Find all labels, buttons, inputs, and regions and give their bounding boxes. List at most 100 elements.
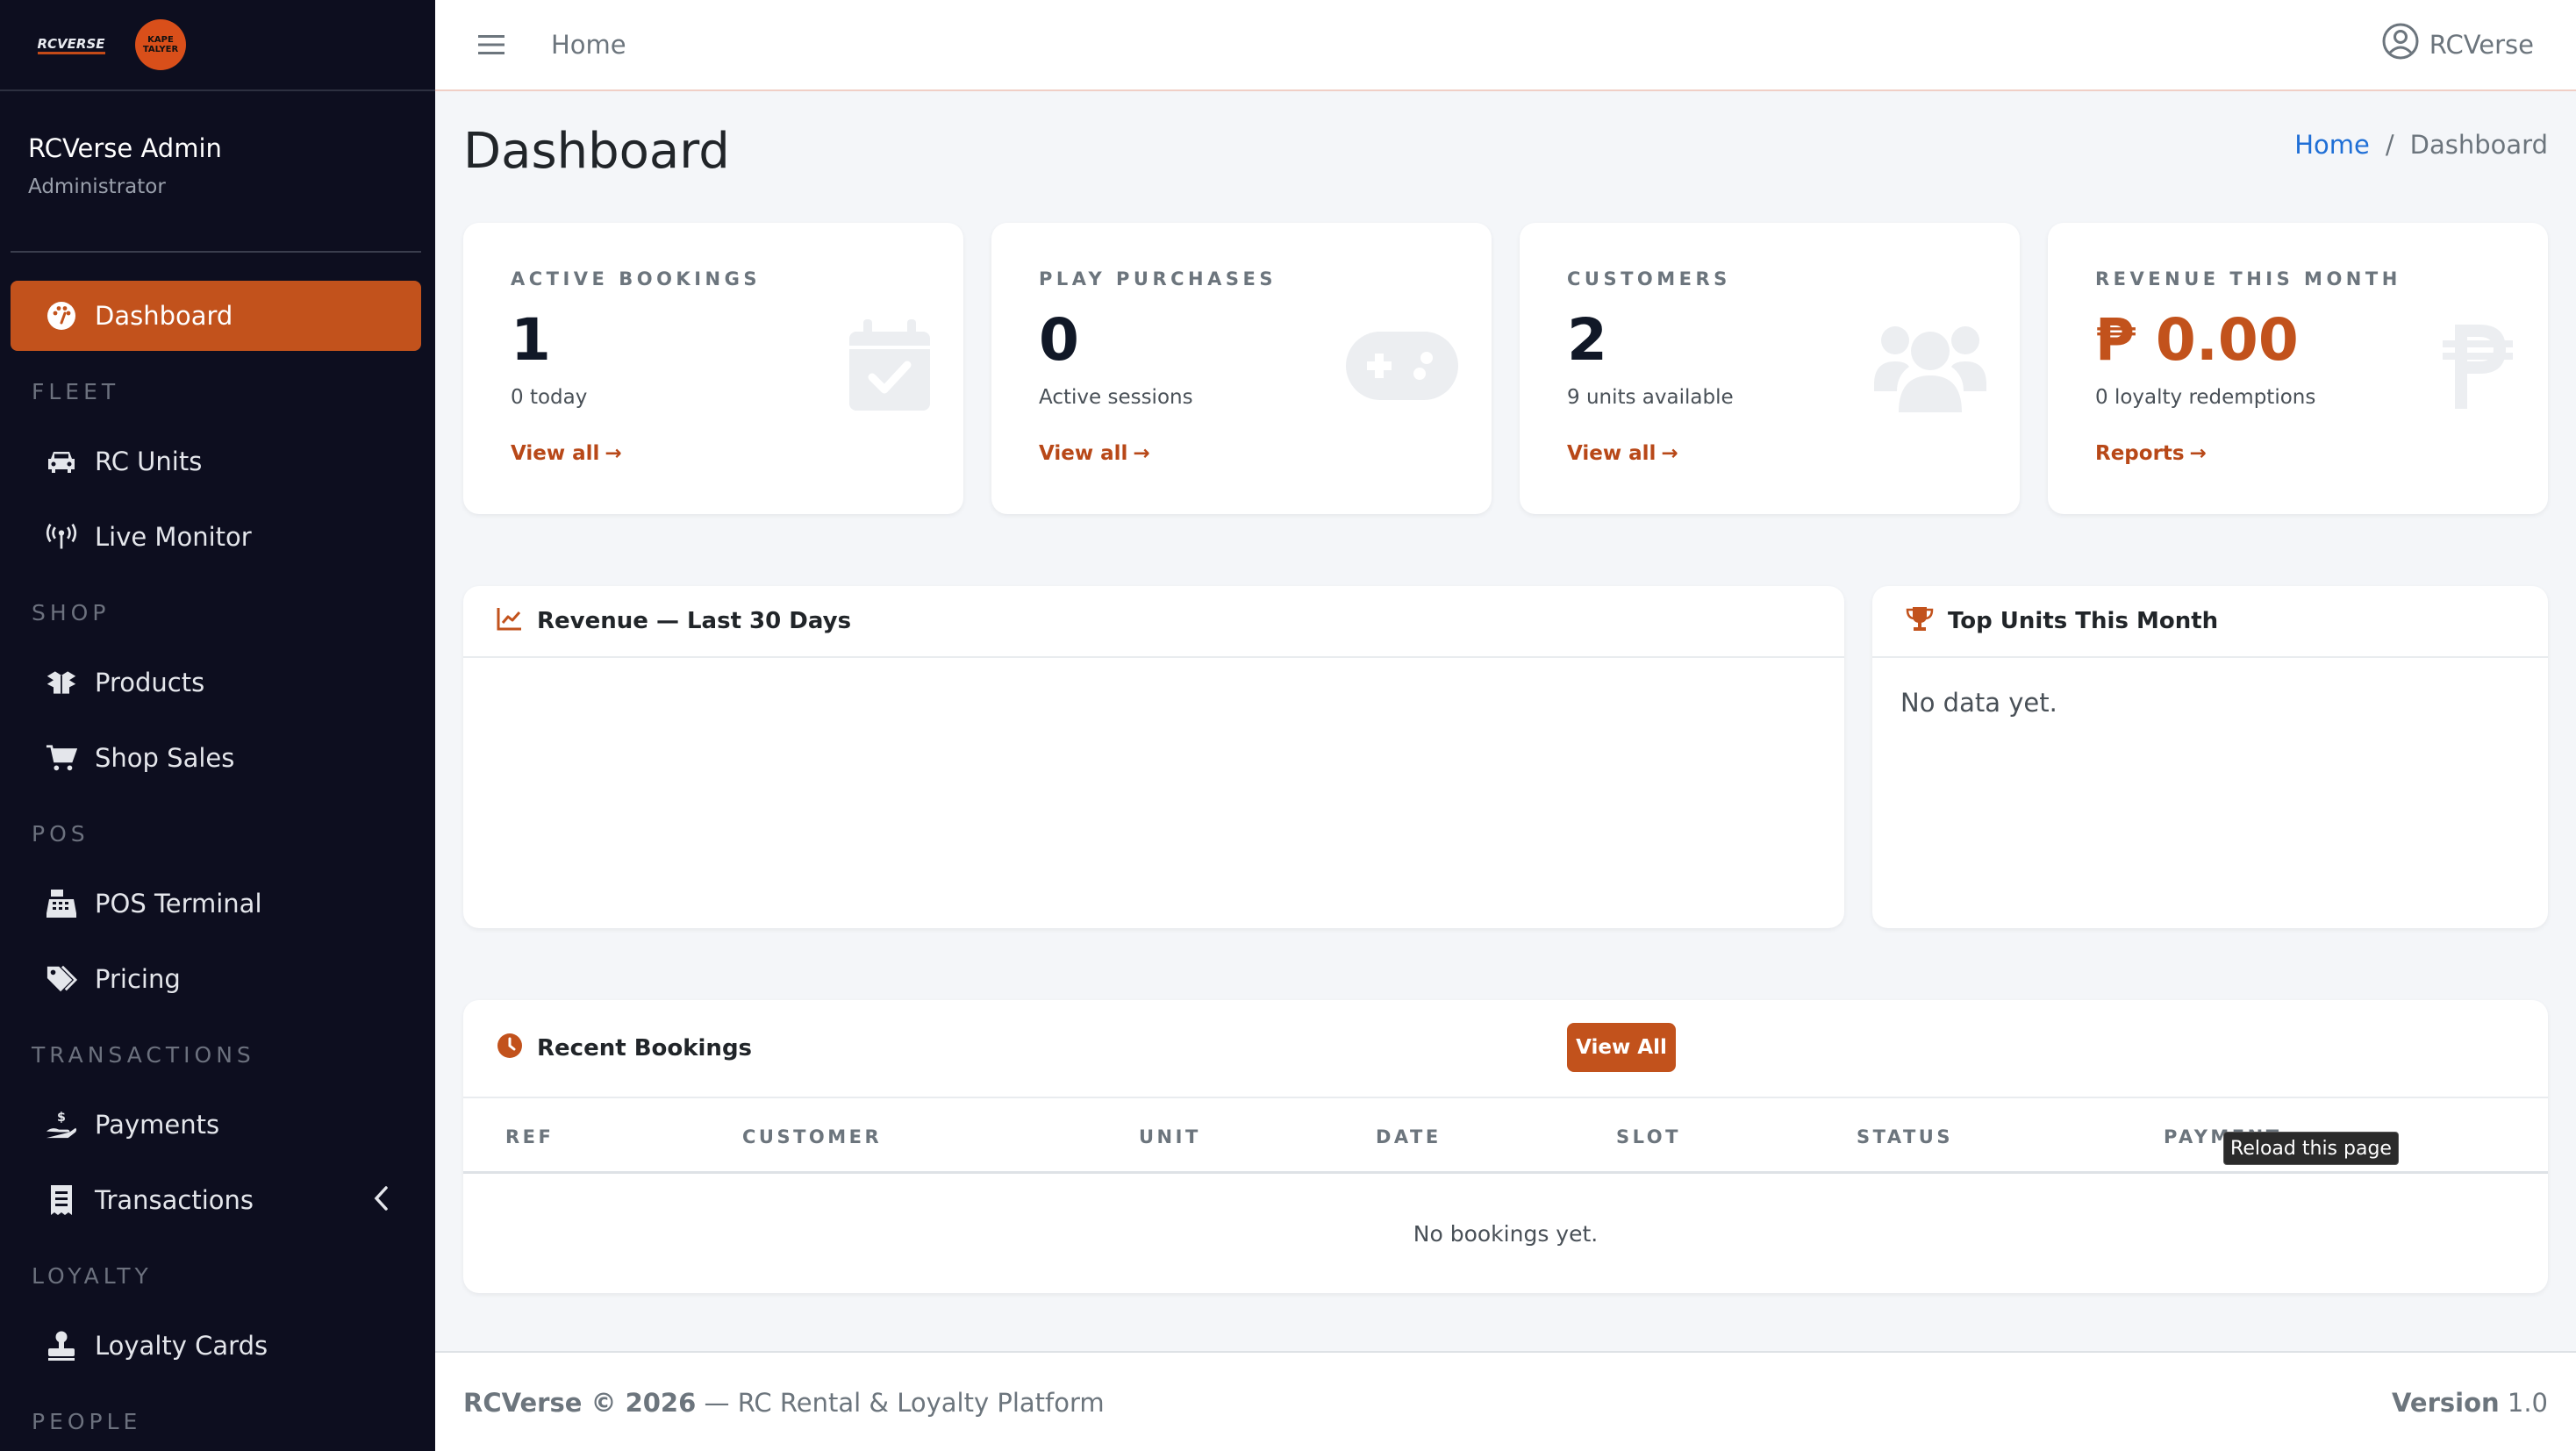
- top-navbar: Home RCVerse: [435, 0, 2576, 91]
- sidebar-item-label: Loyalty Cards: [95, 1331, 268, 1361]
- footer-version: Version 1.0: [2392, 1388, 2548, 1418]
- sidebar-item-rc-units[interactable]: RC Units: [11, 426, 421, 497]
- kape-talyer-logo[interactable]: KAPE TALYER: [135, 19, 186, 70]
- view-all-bookings-button[interactable]: View All: [1567, 1023, 1676, 1072]
- calendar-check-icon: [849, 319, 930, 414]
- user-circle-icon: [2382, 23, 2419, 66]
- revenue-panel-header: Revenue — Last 30 Days: [463, 586, 1844, 658]
- user-menu-label: RCVerse: [2429, 29, 2534, 60]
- sidebar-item-label: Pricing: [95, 964, 181, 994]
- sidebar-item-label: Live Monitor: [95, 522, 252, 552]
- stamp-icon: [46, 1330, 77, 1362]
- column-header-unit[interactable]: UNIT: [1139, 1126, 1201, 1147]
- stat-card-customers: CUSTOMERS 2 9 units available View all →: [1520, 223, 2020, 514]
- recent-bookings-header: Recent Bookings: [463, 1000, 2548, 1097]
- brand-bar: RCVERSE KAPE TALYER: [0, 0, 435, 91]
- breadcrumb-current: Dashboard: [2409, 130, 2548, 160]
- sidebar-item-label: POS Terminal: [95, 889, 262, 918]
- receipt-icon: [46, 1184, 77, 1216]
- sidebar-item-label: Payments: [95, 1110, 220, 1140]
- breadcrumb-separator: /: [2385, 130, 2394, 160]
- breadcrumb: Home / Dashboard: [2294, 130, 2548, 160]
- column-header-customer[interactable]: CUSTOMER: [742, 1126, 882, 1147]
- reload-tooltip: Reload this page: [2223, 1132, 2399, 1165]
- column-header-ref[interactable]: REF: [505, 1126, 554, 1147]
- sidebar-item-pricing[interactable]: Pricing: [11, 944, 421, 1014]
- stat-reports-link[interactable]: Reports →: [2095, 442, 2548, 465]
- stat-label: CUSTOMERS: [1567, 268, 1731, 289]
- sidebar-header-pos: POS: [32, 820, 89, 847]
- top-units-empty-text: No data yet.: [1900, 688, 2057, 718]
- stat-link-label: View all: [1567, 442, 1657, 465]
- stat-card-active-bookings: ACTIVE BOOKINGS 1 0 today View all →: [463, 223, 963, 514]
- sidebar-header-shop: SHOP: [32, 599, 111, 625]
- sidebar-header-transactions: TRANSACTIONS: [32, 1041, 255, 1068]
- stat-card-revenue-this-month: REVENUE THIS MONTH ₱ 0.00 0 loyalty rede…: [2048, 223, 2548, 514]
- arrow-right-icon: →: [1661, 442, 1678, 465]
- trophy-icon: [1906, 605, 1934, 638]
- chevron-left-icon[interactable]: [372, 1184, 390, 1219]
- stat-link-label: View all: [1039, 442, 1128, 465]
- sidebar-item-label: Products: [95, 668, 205, 697]
- sidebar-item-loyalty-cards[interactable]: Loyalty Cards: [11, 1311, 421, 1381]
- rcverse-logo-text: RCVERSE: [37, 36, 105, 54]
- rcverse-logo[interactable]: RCVERSE: [37, 32, 105, 57]
- sidebar-item-label: RC Units: [95, 447, 203, 476]
- user-panel[interactable]: RCVerse Admin Administrator: [0, 91, 435, 251]
- sidebar-item-dashboard[interactable]: Dashboard: [11, 281, 421, 351]
- stat-link-label: Reports: [2095, 442, 2185, 465]
- hand-dollar-icon: $: [46, 1109, 77, 1140]
- recent-bookings-title: Recent Bookings: [537, 1035, 753, 1061]
- arrow-right-icon: →: [1133, 442, 1150, 465]
- cash-register-icon: [46, 888, 77, 919]
- revenue-chart-area: [463, 658, 1844, 926]
- kape-talyer-logo-line1: KAPE: [147, 35, 174, 45]
- column-header-status[interactable]: STATUS: [1857, 1126, 1953, 1147]
- top-units-panel: Top Units This Month No data yet.: [1872, 586, 2548, 928]
- palette-icon: [46, 300, 77, 332]
- top-home-link[interactable]: Home: [551, 30, 626, 60]
- revenue-panel-title: Revenue — Last 30 Days: [537, 608, 852, 634]
- hamburger-menu-icon[interactable]: [476, 29, 507, 61]
- bookings-empty-text: No bookings yet.: [1413, 1221, 1599, 1247]
- stat-label: PLAY PURCHASES: [1039, 268, 1277, 289]
- top-units-panel-title: Top Units This Month: [1948, 608, 2219, 634]
- breadcrumb-home-link[interactable]: Home: [2294, 130, 2370, 160]
- stat-view-all-link[interactable]: View all →: [1567, 442, 2020, 465]
- arrow-right-icon: →: [605, 442, 622, 465]
- stat-view-all-link[interactable]: View all →: [1039, 442, 1492, 465]
- tags-icon: [46, 963, 77, 995]
- sidebar-item-label: Shop Sales: [95, 743, 235, 773]
- sidebar-nav: Dashboard FLEET RC Units Live Monitor SH…: [0, 253, 435, 1451]
- sidebar-item-live-monitor[interactable]: Live Monitor: [11, 502, 421, 572]
- cart-icon: [46, 742, 77, 774]
- sidebar-item-payments[interactable]: $ Payments: [11, 1090, 421, 1160]
- arrow-right-icon: →: [2189, 442, 2207, 465]
- peso-icon: [2443, 321, 2513, 416]
- sidebar-item-shop-sales[interactable]: Shop Sales: [11, 723, 421, 793]
- sidebar-item-label: Transactions: [95, 1185, 254, 1215]
- user-menu[interactable]: RCVerse: [2382, 23, 2534, 66]
- revenue-panel: Revenue — Last 30 Days: [463, 586, 1844, 928]
- sidebar-item-products[interactable]: Products: [11, 647, 421, 718]
- gamepad-icon: [1346, 332, 1458, 404]
- sidebar-header-fleet: FLEET: [32, 378, 120, 404]
- footer-brand: RCVerse © 2026: [463, 1388, 697, 1418]
- sidebar-item-label: Dashboard: [95, 301, 233, 331]
- sidebar-header-people: PEOPLE: [32, 1408, 142, 1434]
- stat-label: REVENUE THIS MONTH: [2095, 268, 2401, 289]
- sidebar-item-pos-terminal[interactable]: POS Terminal: [11, 868, 421, 939]
- sidebar: RCVERSE KAPE TALYER RCVerse Admin Admini…: [0, 0, 435, 1451]
- broadcast-icon: [46, 521, 77, 553]
- page-title: Dashboard: [463, 123, 730, 180]
- kape-talyer-logo-line2: TALYER: [142, 45, 179, 54]
- stat-link-label: View all: [511, 442, 600, 465]
- footer-tagline: — RC Rental & Loyalty Platform: [696, 1388, 1105, 1418]
- column-header-date[interactable]: DATE: [1376, 1126, 1442, 1147]
- sidebar-header-loyalty: LOYALTY: [32, 1262, 153, 1289]
- stat-card-play-purchases: PLAY PURCHASES 0 Active sessions View al…: [991, 223, 1492, 514]
- stat-view-all-link[interactable]: View all →: [511, 442, 963, 465]
- column-header-slot[interactable]: SLOT: [1616, 1126, 1681, 1147]
- sidebar-item-transactions[interactable]: Transactions: [11, 1165, 421, 1235]
- user-role: Administrator: [28, 175, 166, 198]
